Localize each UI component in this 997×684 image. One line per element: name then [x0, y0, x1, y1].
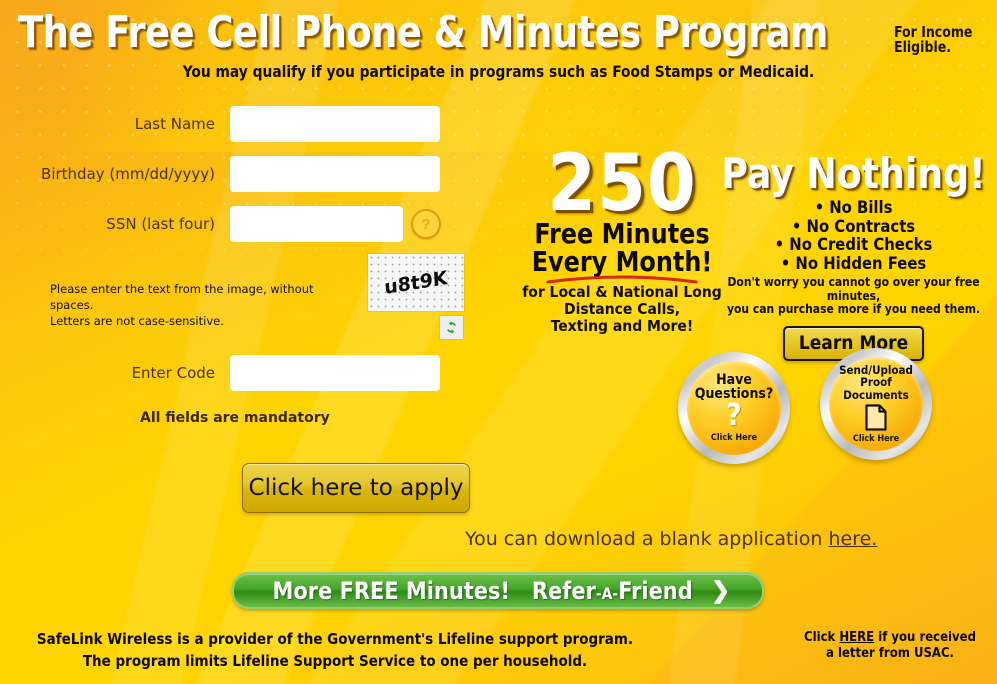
usac-pre: Click: [804, 630, 840, 645]
minutes-number: 250: [547, 139, 697, 229]
captcha-text: u8t9K: [383, 266, 449, 299]
minutes-desc-line1: for Local & National Long: [522, 283, 722, 301]
footer-line1: SafeLink Wireless is a provider of the G…: [36, 630, 634, 648]
form-row-birthday: Birthday (mm/dd/yyyy): [0, 154, 520, 194]
title-row: The Free Cell Phone & Minutes Program Fo…: [0, 10, 997, 56]
income-eligible-badge: For Income Eligible.: [894, 25, 972, 55]
pay-note-line1: Don't worry you cannot go over your free…: [727, 275, 980, 303]
refer-part1: More FREE Minutes!: [272, 576, 510, 605]
application-form: Last Name Birthday (mm/dd/yyyy) SSN (las…: [0, 104, 520, 254]
pay-nothing-title: Pay Nothing!: [721, 149, 986, 198]
have-questions-badge[interactable]: Have Questions? ? Click Here: [678, 352, 790, 464]
label-ssn: SSN (last four): [106, 215, 215, 233]
income-eligible-line2: Eligible.: [894, 38, 952, 56]
download-here-link[interactable]: here.: [828, 528, 877, 550]
upload-click-here: Click Here: [852, 434, 900, 445]
captcha-instructions: Please enter the text from the image, wi…: [50, 281, 350, 329]
pay-bullet-0: • No Bills: [814, 198, 893, 217]
pay-bullet-1: • No Contracts: [791, 216, 916, 236]
code-form: Enter Code: [0, 353, 520, 403]
usac-letter-note: Click HERE if you received a letter from…: [800, 630, 980, 662]
help-icon[interactable]: ?: [411, 209, 441, 239]
refer-part2b: -A-: [595, 583, 619, 603]
pay-nothing-promo: Pay Nothing! • No Bills • No Contracts •…: [712, 152, 995, 361]
enter-code-input[interactable]: [230, 355, 440, 391]
pay-bullet-2: • No Credit Checks: [774, 235, 933, 254]
ssn-input[interactable]: [230, 206, 403, 242]
refer-a-friend-button[interactable]: More FREE Minutes! Refer-A-Friend ❯: [232, 572, 764, 609]
usac-here-link[interactable]: HERE: [839, 630, 874, 645]
form-row-last-name: Last Name: [0, 104, 520, 144]
chevron-right-icon: ❯: [710, 577, 731, 603]
minutes-line2-wrap: Every Month!: [521, 248, 722, 284]
question-mark-icon: ?: [726, 398, 742, 433]
pay-note-line2: you can purchase more if you need them.: [726, 302, 981, 316]
page-subtitle: You may qualify if you participate in pr…: [182, 62, 815, 81]
usac-post: if you received: [874, 630, 976, 645]
footer-disclaimer: SafeLink Wireless is a provider of the G…: [35, 628, 635, 672]
last-name-input[interactable]: [230, 106, 440, 142]
mandatory-note: All fields are mandatory: [140, 410, 330, 426]
usac-line1: Click HERE if you received: [800, 630, 980, 646]
pay-nothing-note: Don't worry you cannot go over your free…: [712, 275, 995, 317]
captcha-refresh-icon[interactable]: [440, 316, 463, 339]
usac-line2: a letter from USAC.: [825, 646, 954, 661]
footer-line2: The program limits Lifeline Support Serv…: [82, 652, 588, 670]
have-questions-line1: Have: [716, 372, 752, 388]
refer-a-friend-label: More FREE Minutes! Refer-A-Friend: [272, 577, 692, 605]
pay-nothing-bullets: • No Bills • No Contracts • No Credit Ch…: [712, 200, 995, 271]
birthday-input[interactable]: [230, 156, 440, 192]
label-enter-code: Enter Code: [131, 364, 215, 382]
captcha-note-line1: Please enter the text from the image, wi…: [50, 282, 314, 312]
download-application-line: You can download a blank application her…: [465, 528, 945, 550]
captcha-image: u8t9K: [368, 254, 464, 311]
captcha-block: u8t9K: [368, 254, 464, 339]
form-row-ssn: SSN (last four) ?: [0, 204, 520, 244]
have-questions-click-here: Click Here: [710, 433, 758, 443]
download-text: You can download a blank application: [465, 528, 829, 550]
pay-bullet-3: • No Hidden Fees: [780, 253, 927, 273]
page-title: The Free Cell Phone & Minutes Program: [18, 7, 829, 58]
document-icon: [865, 404, 887, 431]
page-header: The Free Cell Phone & Minutes Program Fo…: [0, 10, 997, 82]
minutes-desc-line2: Distance Calls,: [563, 300, 681, 318]
minutes-desc-line3: Texting and More!: [550, 317, 694, 335]
upload-line2: Proof Documents: [843, 375, 909, 402]
upload-documents-badge-inner: Send/Upload Proof Documents Click Here: [829, 357, 923, 451]
have-questions-badge-inner: Have Questions? ? Click Here: [687, 361, 781, 455]
apply-button[interactable]: Click here to apply: [242, 463, 470, 513]
form-row-enter-code: Enter Code: [0, 353, 520, 393]
captcha-note-line2: Letters are not case-sensitive.: [50, 314, 224, 328]
label-last-name: Last Name: [134, 115, 215, 133]
minutes-promo: 250 Free Minutes Every Month! for Local …: [516, 139, 728, 335]
red-swoosh-underline: [546, 275, 698, 284]
label-birthday: Birthday (mm/dd/yyyy): [41, 165, 215, 183]
refer-part2a: Refer: [531, 576, 596, 605]
upload-documents-badge[interactable]: Send/Upload Proof Documents Click Here: [820, 348, 932, 460]
minutes-line1: Free Minutes: [534, 217, 710, 250]
page-root: The Free Cell Phone & Minutes Program Fo…: [0, 0, 997, 684]
minutes-description: for Local & National Long Distance Calls…: [516, 284, 728, 335]
refer-part2c: Friend: [618, 576, 693, 605]
